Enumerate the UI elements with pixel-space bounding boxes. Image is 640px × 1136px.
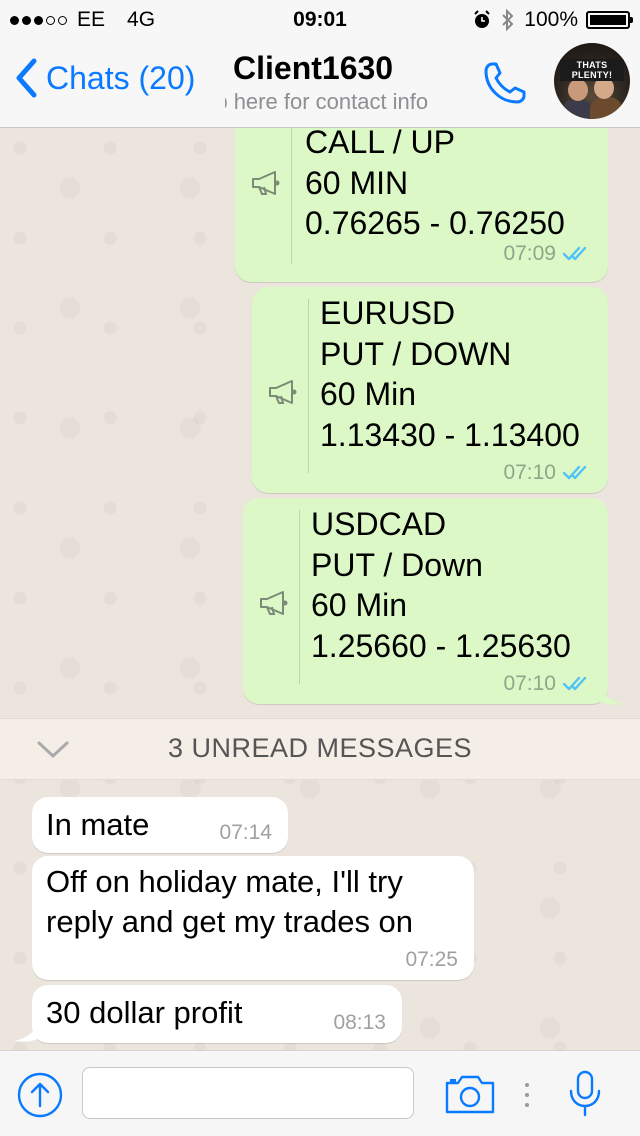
message-line: reply and get my trades on: [46, 904, 414, 939]
status-bar: EE 4G 09:01 100%: [0, 0, 640, 40]
message-meta: 08:13: [333, 1011, 386, 1035]
message-line: 60 Min: [320, 376, 417, 412]
alarm-icon: [474, 10, 490, 28]
message-time: 08:13: [333, 1011, 386, 1034]
megaphone-icon: [260, 591, 288, 615]
incoming-message[interactable]: Off on holiday mate, I'll try reply and …: [32, 856, 474, 980]
microphone-icon[interactable]: [566, 1069, 604, 1119]
status-right: 100%: [472, 8, 633, 32]
contact-name: Client1630: [233, 50, 394, 86]
message-line: 0.76265 - 0.76250: [305, 205, 565, 241]
megaphone-icon: [269, 380, 297, 404]
message-line: USDCAD: [311, 506, 447, 542]
megaphone-icon: [252, 171, 280, 195]
message-line: 60 Min: [311, 587, 408, 623]
message-meta: 07:25: [405, 948, 458, 972]
outgoing-message[interactable]: EURUSD PUT / DOWN 60 Min 1.13430 - 1.134…: [252, 287, 608, 493]
contact-avatar[interactable]: THATS PLENTY!: [554, 43, 630, 119]
message-time: 07:25: [405, 948, 458, 971]
message-time: 07:10: [503, 672, 556, 695]
unread-messages-banner: 3 UNREAD MESSAGES: [0, 718, 640, 780]
unread-messages-label: 3 UNREAD MESSAGES: [167, 733, 473, 763]
message-meta: 07:14: [219, 821, 272, 845]
bubble-tail: [14, 1021, 38, 1042]
contact-info[interactable]: Client1630 tap here for contact info: [225, 50, 465, 115]
message-line: PUT / DOWN: [320, 335, 512, 372]
incoming-message[interactable]: 30 dollar profit 08:13: [32, 985, 402, 1043]
share-arrow-icon[interactable]: [16, 1071, 64, 1119]
message-time: 07:10: [503, 461, 556, 484]
camera-icon[interactable]: [444, 1073, 496, 1115]
bluetooth-icon: [502, 8, 514, 32]
more-options-icon[interactable]: [521, 1079, 533, 1113]
message-line: CALL / UP: [305, 128, 455, 160]
outgoing-message[interactable]: USDCAD PUT / Down 60 Min 1.25660 - 1.256…: [243, 498, 608, 704]
message-meta: 07:10: [503, 461, 592, 485]
message-line: In mate: [46, 807, 150, 842]
back-button-label: Chats (20): [46, 59, 196, 96]
bubble-tail: [600, 684, 624, 705]
avatar-caption: THATS PLENTY!: [560, 59, 624, 81]
message-input[interactable]: [82, 1067, 414, 1119]
message-time: 07:14: [219, 821, 272, 844]
double-check-read-icon: [562, 465, 587, 480]
battery-icon: [586, 11, 633, 29]
chevron-left-icon: [16, 58, 37, 98]
message-list[interactable]: CALL / UP 60 MIN 0.76265 - 0.76250 07:09…: [0, 128, 640, 1050]
message-line: Off on holiday mate, I'll try: [46, 864, 403, 899]
incoming-message[interactable]: In mate 07:14: [32, 797, 288, 853]
compose-bar: [0, 1050, 640, 1136]
contact-subtitle: tap here for contact info: [225, 89, 429, 114]
message-line: PUT / Down: [311, 546, 483, 583]
message-meta: 07:09: [503, 242, 592, 266]
message-meta: 07:10: [503, 672, 592, 696]
message-line: 30 dollar profit: [46, 995, 243, 1030]
chat-header: Chats (20) Client1630 tap here for conta…: [0, 40, 640, 128]
back-button[interactable]: Chats (20): [14, 58, 195, 98]
battery-percent: 100%: [524, 8, 578, 31]
message-line: EURUSD: [320, 295, 456, 331]
double-check-read-icon: [562, 246, 587, 261]
message-time: 07:09: [503, 242, 556, 265]
message-line: 1.13430 - 1.13400: [320, 416, 580, 453]
phone-call-icon[interactable]: [480, 58, 530, 108]
outgoing-message[interactable]: CALL / UP 60 MIN 0.76265 - 0.76250 07:09: [235, 128, 608, 282]
double-check-read-icon: [562, 676, 587, 691]
message-line: 1.25660 - 1.25630: [311, 627, 571, 664]
message-line: 60 MIN: [305, 164, 409, 201]
